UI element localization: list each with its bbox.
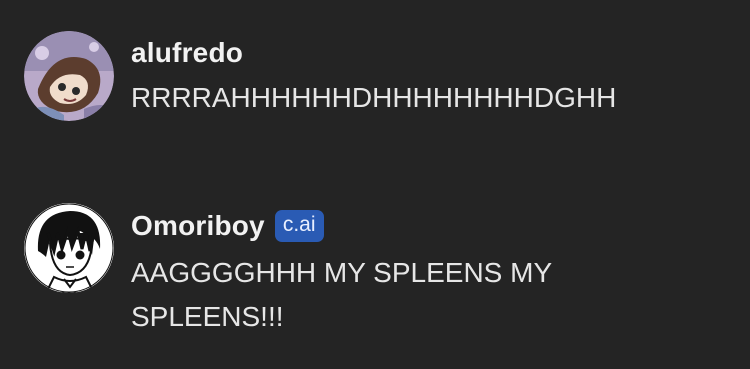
author-row: Omoriboy c.ai [131,203,731,249]
omori-character-avatar-icon[interactable] [24,203,114,293]
message-text: AAGGGGHHH MY SPLEENS MY SPLEENS!!! [131,257,560,332]
author-name[interactable]: alufredo [131,37,243,69]
message-content: Omoriboy c.ai AAGGGGHHH MY SPLEENS MY SP… [131,203,731,339]
author-row: alufredo [131,31,731,75]
author-name[interactable]: Omoriboy [131,210,265,242]
character-ai-badge: c.ai [274,210,324,242]
message-text: RRRRAHHHHHHDHHHHHHHHDGHH [131,82,617,113]
anime-character-avatar-icon[interactable] [24,31,114,121]
message-content: alufredo RRRRAHHHHHHDHHHHHHHHDGHH [131,31,731,118]
